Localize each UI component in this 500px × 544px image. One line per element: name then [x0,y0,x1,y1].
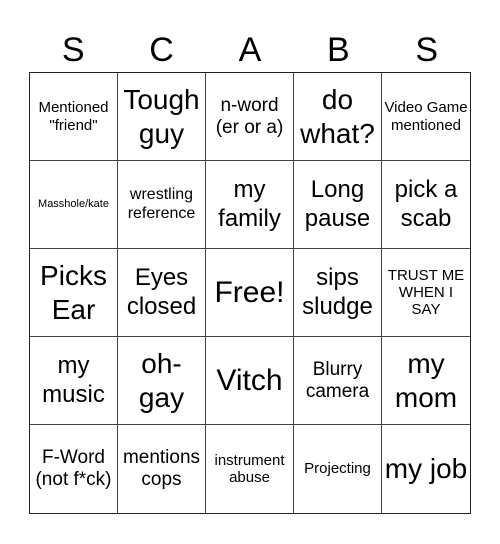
bingo-cell[interactable]: sips sludge [294,249,382,337]
bingo-cell[interactable]: TRUST ME WHEN I SAY [382,249,470,337]
bingo-cell[interactable]: pick a scab [382,161,470,249]
bingo-cell[interactable]: my job [382,425,470,513]
bingo-cell[interactable]: my family [206,161,294,249]
header-letter: C [149,31,174,69]
bingo-grid: Mentioned "friend" Tough guy n-word (er or… [29,72,471,514]
bingo-cell[interactable]: Tough guy [118,73,206,161]
header-letter: A [238,31,262,69]
bingo-cell[interactable]: Picks Ear [30,249,118,337]
header-letter: S [415,31,439,69]
bingo-cell[interactable]: mentions cops [118,425,206,513]
bingo-cell[interactable]: do what? [294,73,382,161]
bingo-cell[interactable]: Blurry camera [294,337,382,425]
bingo-cell[interactable]: wrestling reference [118,161,206,249]
header-letter: B [327,31,350,69]
bingo-cell[interactable]: Eyes closed [118,249,206,337]
bingo-header: S C A B S [29,28,471,72]
bingo-cell[interactable]: Long pause [294,161,382,249]
bingo-cell[interactable]: oh-gay [118,337,206,425]
bingo-cell[interactable]: Mentioned "friend" [30,73,118,161]
bingo-free-space[interactable]: Free! [206,249,294,337]
bingo-cell[interactable]: my music [30,337,118,425]
bingo-cell[interactable]: F-Word (not f*ck) [30,425,118,513]
bingo-cell[interactable]: Video Game mentioned [382,73,470,161]
header-letter: S [61,31,85,69]
bingo-cell[interactable]: instrument abuse [206,425,294,513]
bingo-cell[interactable]: Projecting [294,425,382,513]
bingo-cell[interactable]: Masshole/kate [30,161,118,249]
bingo-cell[interactable]: my mom [382,337,470,425]
bingo-cell[interactable]: n-word (er or a) [206,73,294,161]
bingo-cell[interactable]: Vitch [206,337,294,425]
